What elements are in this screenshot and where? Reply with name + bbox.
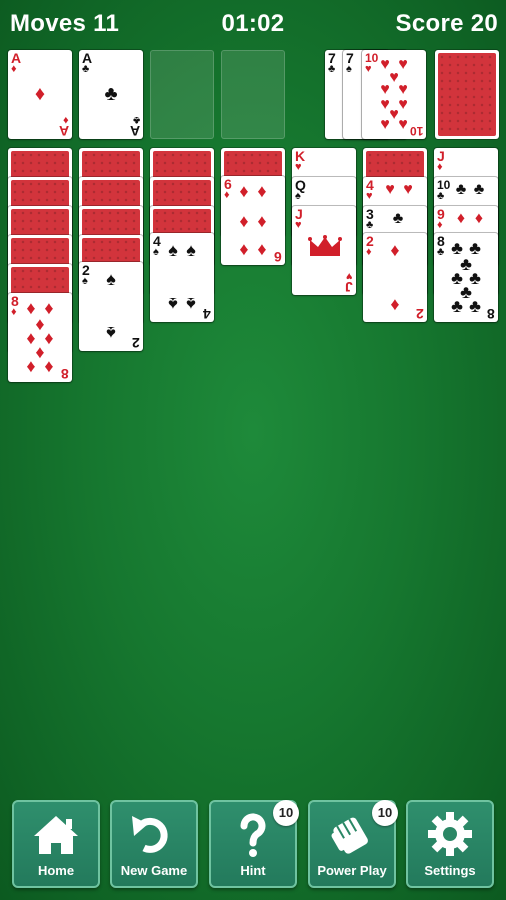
card-pip: ♣ (473, 181, 485, 198)
score-counter: Score 20 (395, 10, 498, 37)
card-rank-bottom: 4 (203, 306, 211, 322)
card-rank-bottom: 8 (487, 306, 495, 322)
card-suit: ♣ (328, 63, 336, 75)
hint-label: Hint (240, 863, 266, 878)
settings-button[interactable]: Settings (406, 800, 494, 888)
card-suit: ♥ (295, 161, 302, 173)
card-center-pip: ♣ (104, 83, 118, 105)
card-suit: ♦ (437, 219, 443, 231)
card-pip: ♥ (403, 181, 413, 198)
card-pip: ♦ (474, 210, 484, 227)
card-pip: ♦ (26, 356, 36, 376)
power-play-button[interactable]: Power Play 10 (308, 800, 398, 888)
card-pip: ♥ (385, 181, 395, 198)
card-pip: ♠ (168, 240, 178, 260)
bottom-toolbar: Home New Game Hint 10 Power Play 10 Sett… (0, 800, 506, 892)
card-suit-bottom: ♣ (132, 114, 140, 126)
card-suit-bottom: ♦ (63, 114, 69, 126)
card-rank-bottom: 2 (416, 306, 424, 322)
card-pip: ♣ (451, 296, 463, 316)
new-game-label: New Game (120, 863, 188, 878)
card-suit: ♣ (437, 190, 445, 202)
card-pip: ♣ (469, 296, 481, 316)
tableau-4-top-card[interactable]: 6 ♦ ♦ ♦ ♦ ♦ ♦ ♦ 6 (221, 176, 285, 265)
hint-count-badge: 10 (273, 800, 299, 826)
card-suit: ♦ (224, 189, 230, 201)
card-rank-bottom: 10 (409, 124, 423, 138)
card-pip: ♦ (239, 239, 249, 259)
card-suit: ♣ (437, 246, 445, 258)
foundation-3-empty[interactable] (150, 50, 214, 139)
card-pip: ♦ (239, 181, 249, 201)
home-button[interactable]: Home (12, 800, 100, 888)
crown-icon (308, 235, 342, 256)
status-bar: Moves 11 01:02 Score 20 (0, 0, 506, 48)
new-game-button[interactable]: New Game (110, 800, 198, 888)
card-rank-bottom: 6 (274, 249, 282, 265)
card-rank-bottom: A (58, 123, 69, 139)
card-suit: ♥ (365, 63, 372, 75)
card-rank-bottom: 2 (132, 335, 140, 351)
card-suit: ♠ (82, 275, 88, 287)
card-suit-bottom: ♥ (346, 270, 353, 282)
hint-button[interactable]: Hint 10 (209, 800, 299, 888)
card-suit: ♦ (11, 306, 17, 318)
card-suit: ♦ (11, 63, 17, 75)
power-play-label: Power Play (317, 863, 387, 878)
tableau-7-top-card[interactable]: 8 ♣ ♣ ♣ ♣ ♣ ♣ ♣ ♣ ♣ 8 (434, 233, 498, 322)
gear-icon (428, 812, 472, 856)
card-suit: ♠ (153, 246, 159, 258)
card-pip: ♦ (239, 211, 249, 231)
card-suit: ♦ (366, 246, 372, 258)
card-suit: ♠ (346, 63, 352, 75)
tableau-1-top-card[interactable]: 8 ♦ ♦ ♦ ♦ ♦ ♦ ♦ ♦ ♦ 8 (8, 293, 72, 382)
card-pip: ♦ (456, 210, 466, 227)
power-play-count-badge: 10 (372, 800, 398, 826)
card-pip: ♣ (455, 181, 467, 198)
card-pip: ♠ (106, 269, 116, 289)
card-pip: ♦ (390, 240, 400, 260)
foundation-2[interactable]: A ♣ ♣ A ♣ (79, 50, 143, 139)
card-pip: ♦ (257, 181, 267, 201)
tableau-2-top-card[interactable]: 2 ♠ ♠ ♠ 2 (79, 262, 143, 351)
undo-arrow-icon (132, 816, 168, 853)
card-pip: ♠ (186, 294, 196, 314)
home-label: Home (37, 863, 75, 878)
foundation-4-empty[interactable] (221, 50, 285, 139)
card-rank-bottom: 8 (61, 366, 69, 382)
tableau-3-top-card[interactable]: 4 ♠ ♠ ♠ ♠ ♠ 4 (150, 233, 214, 322)
card-suit: ♥ (295, 219, 302, 231)
card-suit: ♦ (437, 161, 443, 173)
card-suit: ♣ (82, 63, 90, 75)
home-icon (34, 816, 78, 854)
card-pip: ♦ (390, 294, 400, 314)
card-suit: ♥ (366, 190, 373, 202)
tableau-5-top-card[interactable]: J ♥ J ♥ (292, 206, 356, 295)
card-rank-bottom: A (129, 123, 140, 139)
card-rank-bottom: J (345, 279, 353, 295)
stock-pile[interactable] (435, 50, 499, 139)
tableau-6-top-card[interactable]: 2 ♦ ♦ ♦ 2 (363, 233, 427, 322)
card-center-pip: ♦ (34, 83, 46, 105)
card-pip: ♣ (392, 210, 404, 227)
card-suit: ♠ (295, 190, 301, 202)
card-pip: ♥ (380, 116, 390, 133)
card-pip: ♦ (44, 356, 54, 376)
card-pip: ♠ (168, 294, 178, 314)
card-pip: ♦ (257, 239, 267, 259)
card-pip: ♦ (257, 211, 267, 231)
card-suit: ♣ (366, 219, 374, 231)
waste-top-card[interactable]: 10 ♥ ♥ ♥ ♥ ♥ ♥ ♥ ♥ ♥ ♥ ♥ 10 (362, 50, 426, 139)
card-pip: ♠ (186, 240, 196, 260)
settings-label: Settings (424, 863, 476, 878)
card-pip: ♠ (106, 323, 116, 343)
foundation-1[interactable]: A ♦ ♦ A ♦ (8, 50, 72, 139)
